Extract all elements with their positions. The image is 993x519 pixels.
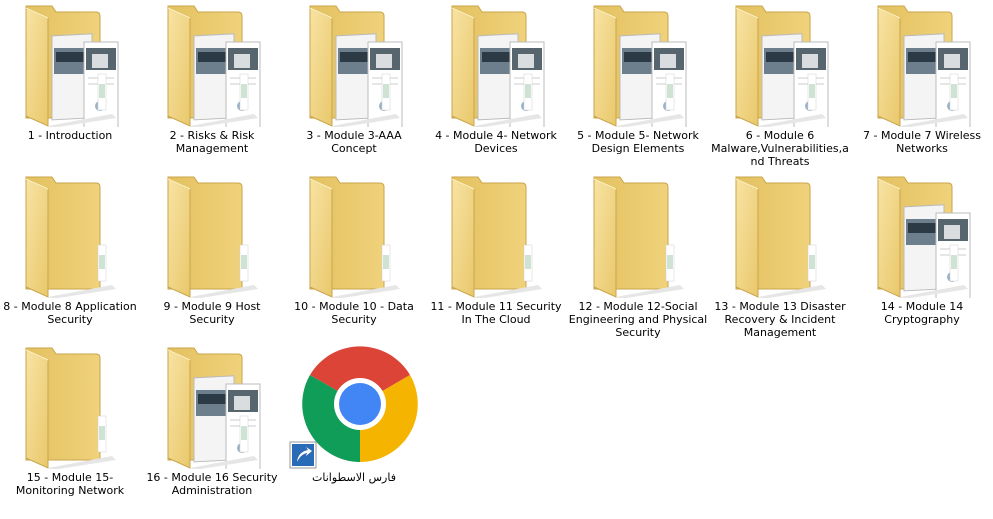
folder-item[interactable]: 5 - Module 5- Network Design Elements: [568, 2, 708, 172]
chrome-shortcut-icon: [284, 344, 424, 469]
folder-item[interactable]: 11 - Module 11 Security In The Cloud: [426, 173, 566, 343]
folder-icon: [12, 173, 132, 298]
item-label: 3 - Module 3-AAA Concept: [306, 129, 402, 155]
folder-item[interactable]: 14 - Module 14 Cryptography: [852, 173, 992, 343]
item-label: 2 - Risks & Risk Management: [169, 129, 255, 155]
folder-item[interactable]: 16 - Module 16 Security Administration: [142, 344, 282, 514]
folder-item[interactable]: 12 - Module 12-Social Engineering and Ph…: [568, 173, 708, 343]
folder-with-documents-icon: [154, 2, 274, 127]
folder-with-documents-icon: [296, 2, 416, 127]
item-label: 15 - Module 15-Monitoring Network: [15, 471, 125, 497]
folder-icon: [154, 173, 274, 298]
folder-item[interactable]: 1 - Introduction: [0, 2, 140, 172]
item-label: 8 - Module 8 Application Security: [3, 300, 137, 326]
shortcut-item[interactable]: فارس الاسطوانات: [284, 344, 424, 514]
folder-item[interactable]: 6 - Module 6 Malware,Vulnerabilities,and…: [710, 2, 850, 172]
folder-with-documents-icon: [580, 2, 700, 127]
item-label: 16 - Module 16 Security Administration: [146, 471, 278, 497]
item-label: 14 - Module 14 Cryptography: [880, 300, 964, 326]
item-label: 1 - Introduction: [27, 129, 113, 142]
folder-item[interactable]: 15 - Module 15-Monitoring Network: [0, 344, 140, 514]
folder-with-documents-icon: [722, 2, 842, 127]
item-label: 4 - Module 4- Network Devices: [435, 129, 557, 155]
folder-item[interactable]: 8 - Module 8 Application Security: [0, 173, 140, 343]
item-label: 10 - Module 10 - Data Security: [294, 300, 414, 326]
item-label: 9 - Module 9 Host Security: [163, 300, 261, 326]
item-label: 11 - Module 11 Security In The Cloud: [430, 300, 562, 326]
folder-item[interactable]: 3 - Module 3-AAA Concept: [284, 2, 424, 172]
folder-with-documents-icon: [864, 2, 984, 127]
folder-with-documents-icon: [438, 2, 558, 127]
folder-icon: [296, 173, 416, 298]
folder-item[interactable]: 7 - Module 7 Wireless Networks: [852, 2, 992, 172]
folder-with-documents-icon: [864, 173, 984, 298]
item-label: 5 - Module 5- Network Design Elements: [577, 129, 699, 155]
folder-with-documents-icon: [12, 2, 132, 127]
item-label: 7 - Module 7 Wireless Networks: [863, 129, 981, 155]
folder-icon: [12, 344, 132, 469]
folder-with-documents-icon: [154, 344, 274, 469]
folder-item[interactable]: 13 - Module 13 Disaster Recovery & Incid…: [710, 173, 850, 343]
folder-item[interactable]: 2 - Risks & Risk Management: [142, 2, 282, 172]
folder-item[interactable]: 9 - Module 9 Host Security: [142, 173, 282, 343]
item-label: فارس الاسطوانات: [312, 471, 396, 484]
item-label: 13 - Module 13 Disaster Recovery & Incid…: [714, 300, 846, 339]
folder-item[interactable]: 4 - Module 4- Network Devices: [426, 2, 566, 172]
folder-icon: [438, 173, 558, 298]
folder-icon: [722, 173, 842, 298]
item-label: 6 - Module 6 Malware,Vulnerabilities,and…: [711, 129, 849, 168]
item-label: 12 - Module 12-Social Engineering and Ph…: [568, 300, 708, 339]
folder-icon: [580, 173, 700, 298]
folder-item[interactable]: 10 - Module 10 - Data Security: [284, 173, 424, 343]
